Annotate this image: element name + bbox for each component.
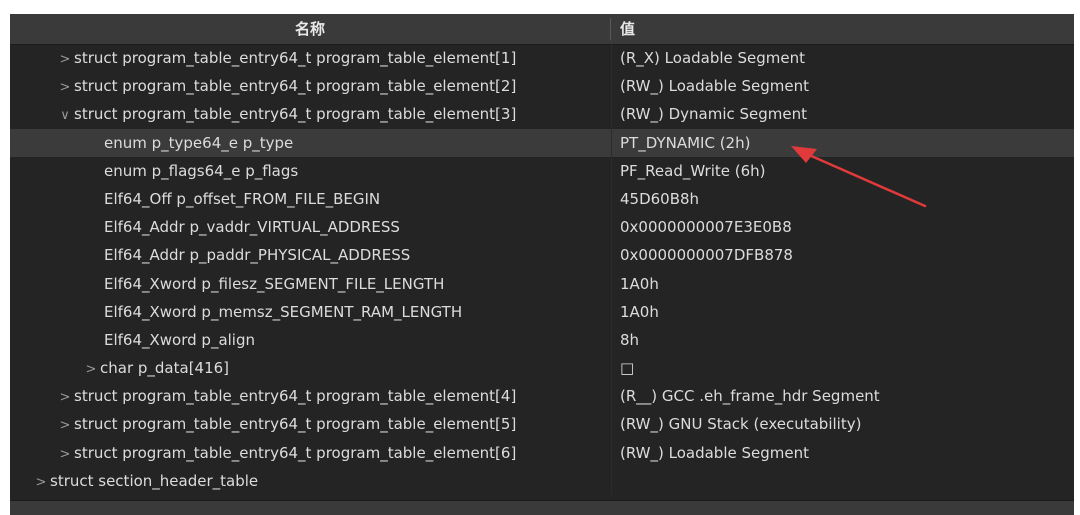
row-value: (RW_) GNU Stack (executability) bbox=[620, 415, 862, 434]
chevron-right-icon[interactable]: > bbox=[32, 469, 50, 495]
tree-row-program-table-element-6[interactable]: > struct program_table_entry64_t program_… bbox=[10, 438, 1074, 467]
row-name: struct program_table_entry64_t program_t… bbox=[74, 415, 517, 434]
row-value: (R__) GCC .eh_frame_hdr Segment bbox=[620, 387, 880, 406]
column-header: 名称 值 bbox=[10, 14, 1074, 45]
chevron-down-icon[interactable]: ∨ bbox=[56, 102, 74, 128]
row-value: 45D60B8h bbox=[620, 189, 700, 208]
column-header-name[interactable]: 名称 bbox=[10, 14, 610, 44]
tree-row-p-vaddr[interactable]: Elf64_Addr p_vaddr_VIRTUAL_ADDRESS 0x000… bbox=[10, 213, 1074, 242]
row-value: 0x0000000007E3E0B8 bbox=[620, 218, 792, 237]
chevron-right-icon[interactable]: > bbox=[56, 74, 74, 100]
row-name: struct program_table_entry64_t program_t… bbox=[74, 387, 517, 406]
row-name: struct section_header_table bbox=[50, 471, 259, 490]
horizontal-scrollbar[interactable] bbox=[10, 500, 1074, 515]
row-value: (RW_) Dynamic Segment bbox=[620, 105, 808, 124]
row-value: (R_X) Loadable Segment bbox=[620, 49, 806, 67]
chevron-right-icon[interactable]: > bbox=[56, 412, 74, 438]
tree-row-p-data[interactable]: > char p_data[416] □ bbox=[10, 354, 1074, 383]
row-value: PF_Read_Write (6h) bbox=[620, 161, 766, 180]
tree-row-program-table-element-4[interactable]: > struct program_table_entry64_t program_… bbox=[10, 382, 1074, 411]
row-value: 1A0h bbox=[620, 274, 659, 293]
row-name: Elf64_Xword p_align bbox=[104, 330, 256, 349]
row-value: 0x0000000007DFB878 bbox=[620, 246, 793, 265]
tree-row-p-filesz[interactable]: Elf64_Xword p_filesz_SEGMENT_FILE_LENGTH… bbox=[10, 269, 1074, 298]
row-value: □ bbox=[620, 359, 635, 378]
tree-row-p-memsz[interactable]: Elf64_Xword p_memsz_SEGMENT_RAM_LENGTH 1… bbox=[10, 297, 1074, 326]
chevron-right-icon[interactable]: > bbox=[56, 46, 74, 72]
row-name: Elf64_Addr p_vaddr_VIRTUAL_ADDRESS bbox=[104, 218, 400, 237]
chevron-right-icon[interactable]: > bbox=[56, 441, 74, 467]
template-results-window: 名称 值 > struct program_table_entry64_t pro… bbox=[10, 14, 1074, 515]
tree-row-p-offset[interactable]: Elf64_Off p_offset_FROM_FILE_BEGIN 45D60… bbox=[10, 184, 1074, 214]
tree-row-program-table-element-1[interactable]: > struct program_table_entry64_t program_… bbox=[10, 44, 1074, 73]
row-value: (RW_) Loadable Segment bbox=[620, 443, 809, 462]
row-value: PT_DYNAMIC (2h) bbox=[620, 133, 751, 152]
tree-row-program-table-element-3[interactable]: ∨ struct program_table_entry64_t program_… bbox=[10, 100, 1074, 129]
row-name: Elf64_Xword p_filesz_SEGMENT_FILE_LENGTH bbox=[104, 274, 445, 293]
row-value: 8h bbox=[620, 330, 640, 349]
tree-row-section-header-table[interactable]: > struct section_header_table bbox=[10, 466, 1074, 495]
row-name: struct program_table_entry64_t program_t… bbox=[74, 49, 517, 67]
tree-row-p-paddr[interactable]: Elf64_Addr p_paddr_PHYSICAL_ADDRESS 0x00… bbox=[10, 241, 1074, 270]
chevron-right-icon[interactable]: > bbox=[56, 384, 74, 410]
row-value: 1A0h bbox=[620, 302, 659, 321]
tree-row-program-table-element-2[interactable]: > struct program_table_entry64_t program_… bbox=[10, 72, 1074, 101]
tree-table: > struct program_table_entry64_t program_… bbox=[10, 44, 1074, 495]
row-name: struct program_table_entry64_t program_t… bbox=[74, 105, 517, 124]
row-name: enum p_flags64_e p_flags bbox=[104, 161, 299, 180]
row-name: Elf64_Xword p_memsz_SEGMENT_RAM_LENGTH bbox=[104, 302, 463, 321]
column-header-value[interactable]: 值 bbox=[620, 14, 635, 44]
row-name: struct program_table_entry64_t program_t… bbox=[74, 443, 517, 462]
row-name: enum p_type64_e p_type bbox=[104, 133, 294, 152]
tree-row-p-align[interactable]: Elf64_Xword p_align 8h bbox=[10, 325, 1074, 355]
chevron-right-icon[interactable]: > bbox=[82, 356, 100, 382]
tree-row-p-flags[interactable]: enum p_flags64_e p_flags PF_Read_Write (… bbox=[10, 156, 1074, 185]
row-name: Elf64_Addr p_paddr_PHYSICAL_ADDRESS bbox=[104, 246, 411, 265]
tree-row-p-type[interactable]: enum p_type64_e p_type PT_DYNAMIC (2h) bbox=[10, 128, 1074, 157]
row-name: struct program_table_entry64_t program_t… bbox=[74, 77, 517, 96]
tree-row-program-table-element-5[interactable]: > struct program_table_entry64_t program_… bbox=[10, 410, 1074, 439]
column-separator[interactable] bbox=[610, 18, 611, 40]
row-name: Elf64_Off p_offset_FROM_FILE_BEGIN bbox=[104, 189, 381, 208]
row-value: (RW_) Loadable Segment bbox=[620, 77, 809, 96]
row-name: char p_data[416] bbox=[100, 359, 230, 378]
